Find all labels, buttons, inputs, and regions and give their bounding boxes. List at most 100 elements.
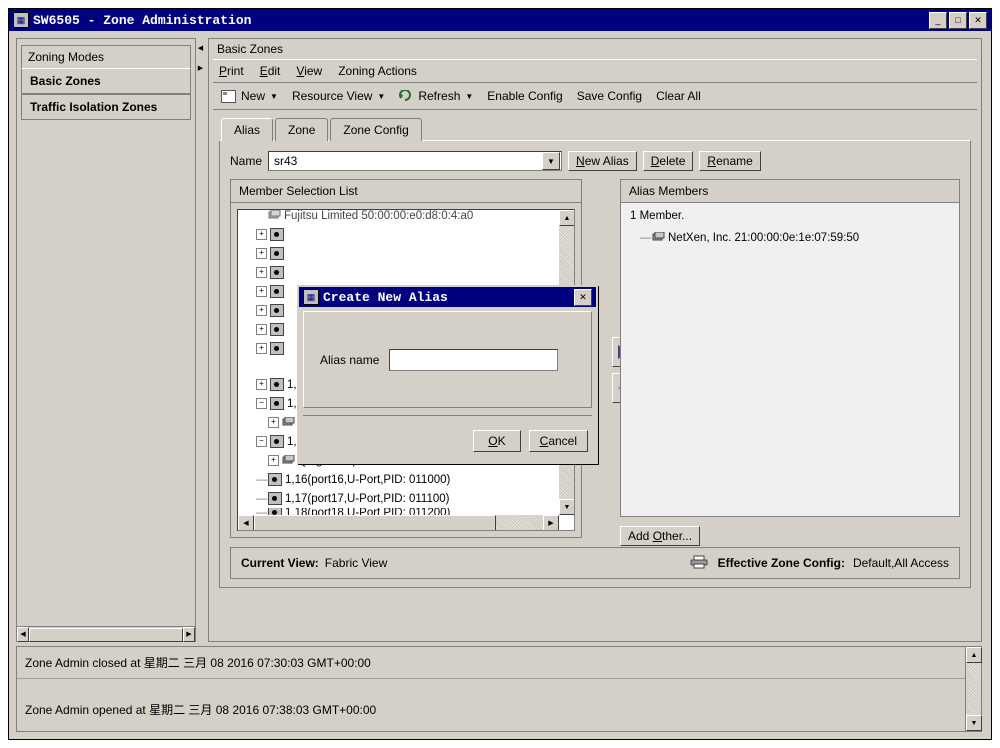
delete-button[interactable]: Delete (642, 151, 694, 171)
scroll-down-icon[interactable]: ▼ (966, 715, 982, 731)
add-other-button[interactable]: Add Other... (620, 526, 701, 546)
port-icon (270, 397, 284, 410)
new-icon (221, 89, 236, 103)
tool-bar: New ▼ Resource View ▼ Refresh ▼ Enable C… (213, 83, 977, 110)
list-item[interactable]: + (238, 263, 559, 282)
member-list-hscrollbar[interactable]: ◀ ▶ (238, 515, 559, 530)
effective-zone-config-value: Default,All Access (852, 556, 949, 570)
list-item[interactable]: + (238, 225, 559, 244)
list-item[interactable]: ― 1,17(port17,U-Port,PID: 011100) (238, 489, 559, 508)
menu-print[interactable]: Print (219, 64, 244, 78)
tab-zone[interactable]: Zone (275, 118, 329, 141)
dialog-close-button[interactable]: ✕ (574, 288, 592, 306)
collapse-icon[interactable]: − (256, 398, 267, 409)
zoning-modes-header: Zoning Modes (21, 45, 191, 68)
alias-name-value: sr43 (274, 154, 298, 168)
expand-icon[interactable]: + (256, 379, 267, 390)
expand-icon[interactable]: + (256, 229, 267, 240)
ok-button[interactable]: OK (473, 430, 521, 452)
scroll-track[interactable] (29, 627, 183, 642)
expand-icon[interactable]: + (268, 455, 279, 466)
sidebar-item-traffic-isolation-zones[interactable]: Traffic Isolation Zones (21, 94, 191, 120)
panel-splitter[interactable]: ◀ ▶ (196, 38, 206, 642)
maximize-button[interactable]: □ (949, 11, 967, 29)
tab-zone-config[interactable]: Zone Config (330, 118, 422, 141)
port-icon (270, 247, 284, 260)
sidebar-item-basic-zones[interactable]: Basic Zones (21, 68, 191, 94)
menu-zoning-actions[interactable]: Zoning Actions (338, 64, 417, 78)
window-title: SW6505 - Zone Administration (33, 12, 252, 28)
splitter-expand-icon[interactable]: ▶ (197, 64, 204, 73)
new-alias-button[interactable]: New Alias (568, 151, 637, 171)
chevron-down-icon[interactable]: ▼ (270, 92, 278, 101)
expand-icon[interactable]: + (256, 267, 267, 278)
splitter-collapse-icon[interactable]: ◀ (197, 44, 204, 53)
alias-name-field-row: Alias name (304, 348, 559, 371)
dialog-title: Create New Alias (323, 289, 448, 305)
scroll-thumb[interactable] (254, 515, 496, 530)
save-config-button[interactable]: Save Config (577, 89, 642, 103)
alias-name-combo[interactable]: sr43 ▼ (268, 151, 563, 171)
log-vscrollbar[interactable]: ▲ ▼ (965, 647, 982, 731)
leaf-dash-icon: ― (640, 231, 652, 244)
rename-button[interactable]: Rename (699, 151, 761, 171)
close-button[interactable]: ✕ (969, 11, 987, 29)
expand-icon[interactable]: + (256, 286, 267, 297)
menu-edit[interactable]: Edit (260, 64, 281, 78)
port-icon (270, 435, 284, 448)
resource-view-button[interactable]: Resource View ▼ (292, 89, 385, 103)
scroll-up-icon[interactable]: ▲ (966, 647, 982, 663)
alias-member-count: 1 Member. (630, 210, 685, 222)
alias-members-list[interactable]: 1 Member. ― NetXen, Inc. 21:00:00:0e:1e:… (620, 202, 960, 517)
create-new-alias-dialog: ▦ Create New Alias ✕ Alias name OK Cance… (297, 285, 598, 464)
list-item[interactable]: ― 1,16(port16,U-Port,PID: 011000) (238, 470, 559, 489)
scroll-up-icon[interactable]: ▲ (559, 210, 574, 226)
name-label: Name (230, 154, 263, 168)
minimize-button[interactable]: _ (929, 11, 947, 29)
collapse-icon[interactable]: − (256, 436, 267, 447)
list-item[interactable]: ― NetXen, Inc. 21:00:00:0e:1e:07:59:50 (626, 228, 954, 247)
expand-icon[interactable]: + (256, 343, 267, 354)
list-item[interactable]: ― 1,18(port18,U-Port,PID: 011200) (238, 508, 559, 515)
scroll-thumb[interactable] (29, 627, 183, 642)
scroll-right-icon[interactable]: ▶ (183, 626, 195, 642)
port-icon (270, 378, 284, 391)
expand-icon[interactable]: + (256, 248, 267, 259)
port-icon (270, 323, 284, 336)
cancel-button[interactable]: Cancel (528, 430, 588, 452)
expand-icon[interactable]: + (256, 324, 267, 335)
scroll-down-icon[interactable]: ▼ (559, 499, 574, 515)
port-icon (270, 304, 284, 317)
scroll-right-icon[interactable]: ▶ (543, 515, 559, 530)
left-panel-hscrollbar[interactable]: ◀ ▶ (17, 626, 195, 642)
port-icon (270, 285, 284, 298)
new-button[interactable]: New ▼ (221, 89, 278, 103)
list-item[interactable]: Fujitsu Limited 50:00:00:e0:d8:0:4:a0 (238, 210, 559, 225)
menu-bar: Print Edit View Zoning Actions (213, 59, 977, 83)
dialog-title-bar: ▦ Create New Alias ✕ (299, 287, 596, 307)
enable-config-label: Enable Config (487, 89, 563, 103)
menu-view[interactable]: View (296, 64, 322, 78)
expand-icon[interactable]: + (268, 417, 279, 428)
effective-zone-config-label: Effective Zone Config: (717, 556, 845, 570)
current-view-label: Current View: (241, 556, 319, 570)
scroll-left-icon[interactable]: ◀ (238, 515, 254, 530)
alias-name-input[interactable] (389, 348, 559, 371)
enable-config-button[interactable]: Enable Config (487, 89, 562, 103)
panel-title: Basic Zones (217, 42, 284, 56)
clear-all-label: Clear All (656, 89, 701, 103)
chevron-down-icon[interactable]: ▼ (377, 92, 385, 101)
expand-icon[interactable]: + (256, 305, 267, 316)
list-item-label: 1,16(port16,U-Port,PID: 011000) (285, 473, 451, 486)
clear-all-button[interactable]: Clear All (656, 89, 701, 103)
leaf-dash-icon: ― (256, 492, 268, 505)
list-item[interactable]: + (238, 244, 559, 263)
scroll-track[interactable] (966, 663, 981, 715)
scroll-left-icon[interactable]: ◀ (17, 626, 29, 642)
chevron-down-icon[interactable]: ▼ (465, 92, 473, 101)
chevron-down-icon[interactable]: ▼ (542, 152, 561, 170)
scroll-track[interactable] (254, 515, 543, 530)
status-bar: Current View: Fabric View Effective Zone… (230, 547, 960, 579)
tab-alias[interactable]: Alias (221, 118, 274, 141)
refresh-button[interactable]: Refresh ▼ (399, 89, 473, 103)
